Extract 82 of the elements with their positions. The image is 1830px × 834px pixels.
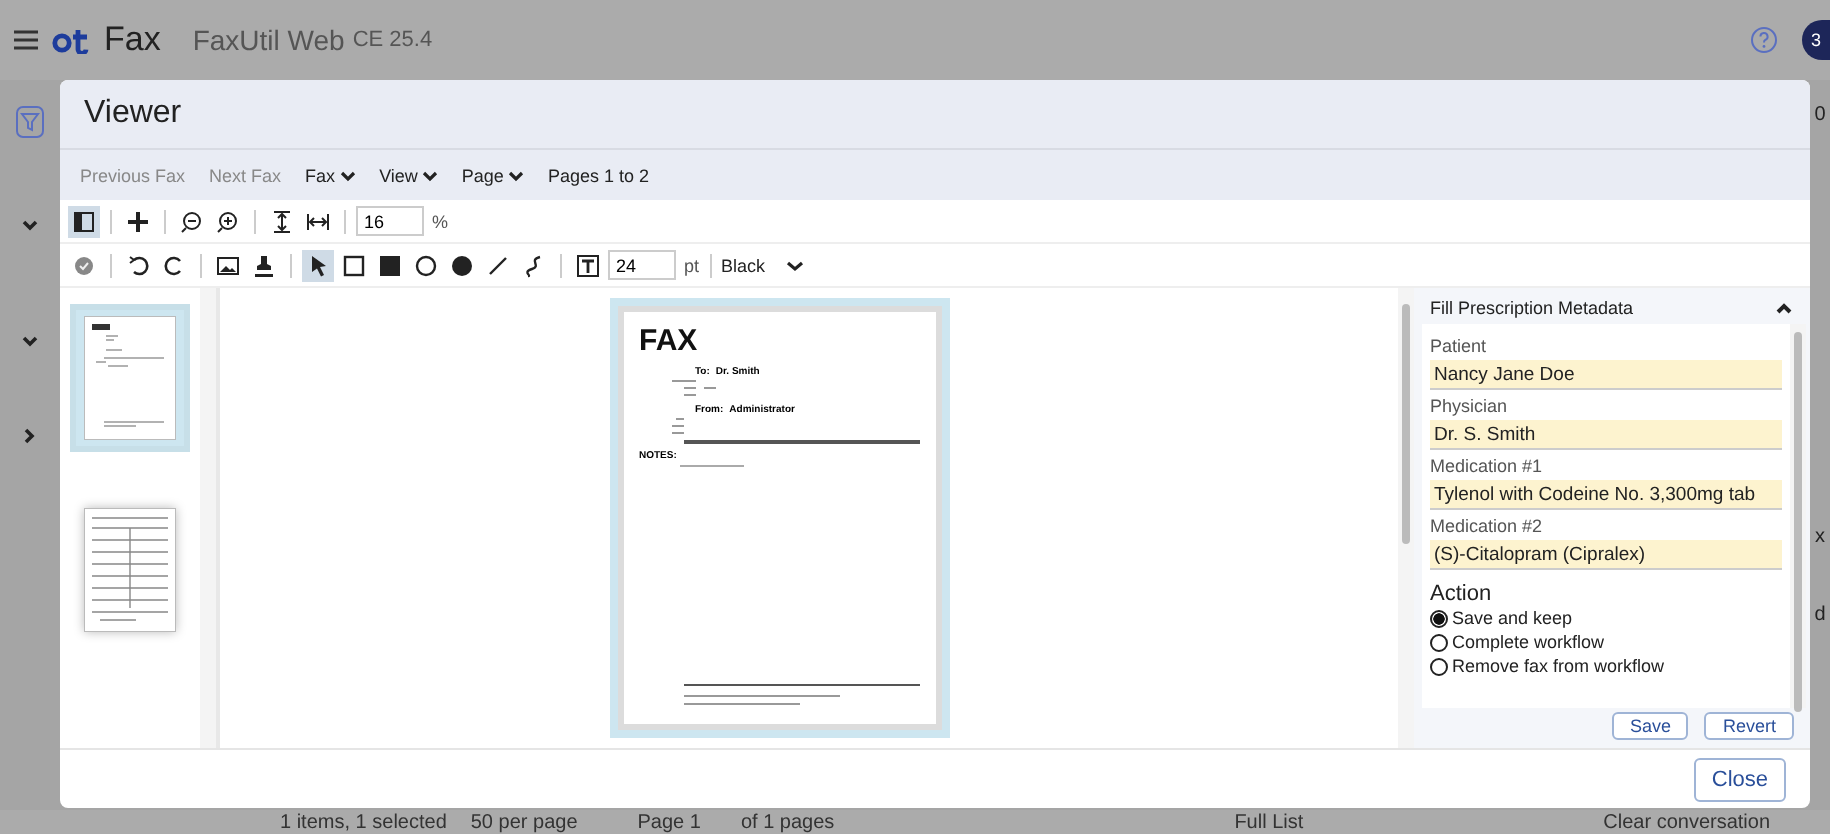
field-label: Patient xyxy=(1430,336,1489,356)
menu-button[interactable]: Fax xyxy=(305,165,356,185)
selection-count: 1 items, 1 selected xyxy=(280,811,447,833)
approve-icon xyxy=(72,253,96,277)
dialog-title: Viewer xyxy=(84,96,182,132)
undo-icon xyxy=(126,253,150,277)
contact-lines-drawing xyxy=(671,418,683,434)
cut-off-text: x xyxy=(1815,526,1825,548)
menu-button[interactable]: View xyxy=(379,165,438,185)
close-button[interactable]: Close xyxy=(1693,757,1786,801)
per-page-select[interactable]: 50 per page xyxy=(470,811,578,833)
zoom-in-icon xyxy=(216,209,240,233)
page-thumbnail[interactable] xyxy=(70,304,190,452)
menu-button[interactable]: Page xyxy=(461,165,524,185)
caret-icon xyxy=(785,259,804,271)
squiggle-icon xyxy=(522,253,546,277)
radio-label: Save and keep xyxy=(1452,608,1573,628)
radio-button[interactable] xyxy=(1430,657,1448,675)
radio-button[interactable] xyxy=(1430,609,1448,627)
logo-icon xyxy=(52,26,92,54)
chevron-right-icon[interactable] xyxy=(22,426,38,446)
panel-header[interactable]: Fill Prescription Metadata xyxy=(1422,292,1806,324)
rectangle-icon xyxy=(342,253,366,277)
version-label: CE 25.4 xyxy=(352,28,433,52)
unit-label: % xyxy=(432,211,449,231)
list-select[interactable]: Full List xyxy=(1234,811,1304,833)
unit-label: pt xyxy=(684,255,700,275)
input-field[interactable]: Tylenol with Codeine No. 3,300mg tab xyxy=(1430,480,1782,510)
image-icon xyxy=(216,253,240,277)
scrollbar[interactable] xyxy=(200,288,216,748)
field-label: Medication #2 xyxy=(1430,516,1545,536)
revert-button[interactable]: Revert xyxy=(1704,712,1794,740)
collapse-icon[interactable] xyxy=(1774,300,1794,316)
panel-button[interactable] xyxy=(68,205,100,237)
save-button[interactable]: Save xyxy=(1611,712,1689,740)
input-field[interactable]: Nancy Jane Doe xyxy=(1430,360,1782,390)
contact-lines-drawing xyxy=(671,380,715,396)
text-box-icon xyxy=(576,253,600,277)
cut-off-text: d xyxy=(1814,604,1826,626)
caret-icon xyxy=(507,169,524,181)
pointer-icon xyxy=(306,253,330,277)
page-range: Pages 1 to 2 xyxy=(547,165,649,185)
caret-icon xyxy=(421,169,438,181)
zoom-out-icon xyxy=(180,209,204,233)
product-title: FaxUtil Web xyxy=(192,24,345,56)
scrollbar[interactable] xyxy=(1790,324,1806,708)
radio-label: Remove fax from workflow xyxy=(1452,656,1665,676)
color-select[interactable]: Black xyxy=(721,255,804,275)
scrollbar[interactable] xyxy=(1398,288,1414,748)
filled-rectangle-icon xyxy=(378,253,402,277)
cut-off-text: 0 xyxy=(1814,104,1826,126)
circle-icon xyxy=(414,253,438,277)
redo-icon xyxy=(162,253,186,277)
field-label: Physician xyxy=(1430,396,1510,416)
input-field[interactable]: (S)-Citalopram (Cipralex) xyxy=(1430,540,1782,570)
avatar-badge[interactable]: 3 xyxy=(1802,20,1830,60)
font-size-field[interactable]: 24 xyxy=(608,250,676,280)
fax-heading: FAX xyxy=(639,324,700,358)
caret-icon xyxy=(339,169,356,181)
plus-icon xyxy=(126,209,150,233)
input-field[interactable]: Dr. S. Smith xyxy=(1430,420,1782,450)
filled-circle-icon xyxy=(450,253,474,277)
page-count: of 1 pages xyxy=(740,811,835,833)
fit-height-icon xyxy=(270,209,294,233)
app-name: Fax xyxy=(104,20,161,60)
clear-conversation-link[interactable]: Clear conversation xyxy=(1603,811,1771,833)
menu-icon[interactable] xyxy=(12,28,40,52)
line-icon xyxy=(486,253,510,277)
text-box-button[interactable] xyxy=(572,249,604,281)
pointer-button[interactable] xyxy=(302,249,334,281)
radio-label: Complete workflow xyxy=(1452,632,1605,652)
stamp-icon xyxy=(252,253,276,277)
radio-button[interactable] xyxy=(1430,633,1448,651)
fit-width-icon xyxy=(306,209,330,233)
chevron-down-icon[interactable] xyxy=(20,218,40,234)
zoom-field[interactable]: 16 xyxy=(356,206,424,236)
chevron-down-icon[interactable] xyxy=(20,334,40,350)
panel-title: Fill Prescription Metadata xyxy=(1430,298,1634,318)
action-label: Action xyxy=(1430,582,1494,606)
panel-icon xyxy=(72,209,96,233)
page-number: Page 1 xyxy=(637,811,701,833)
field-label: Medication #1 xyxy=(1430,456,1545,476)
